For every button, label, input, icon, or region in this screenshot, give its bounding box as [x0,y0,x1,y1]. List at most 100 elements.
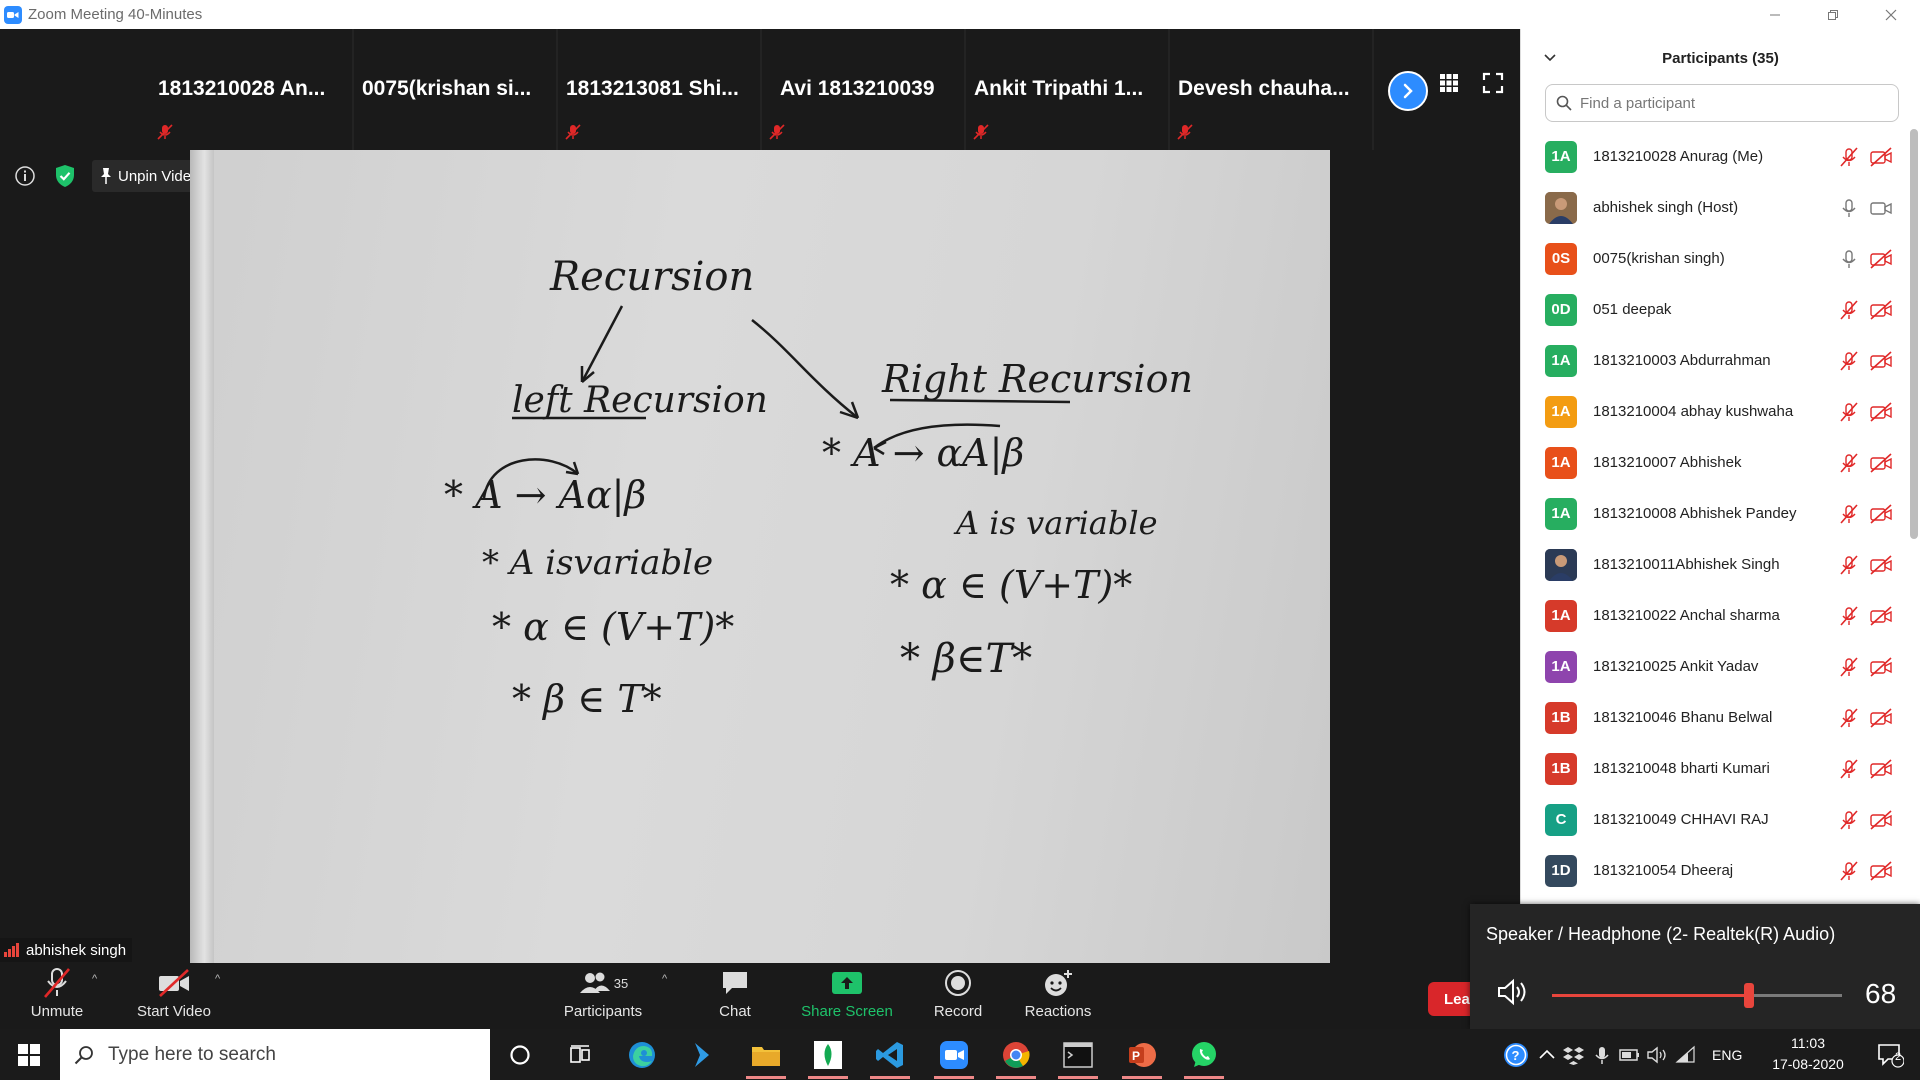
participants-panel-title: Participants (35) [1662,49,1779,67]
video-tile[interactable]: 0075(krishan si... [354,29,558,150]
video-tile[interactable]: Avi 1813210039 [762,29,966,150]
whiteboard-title: Recursion [549,254,754,300]
audio-options-caret-icon[interactable]: ^ [92,973,97,985]
participant-row[interactable]: 1A 1813210003 Abdurrahman [1521,335,1920,386]
start-video-button[interactable]: Start Video [130,963,218,1029]
file-explorer-icon[interactable] [736,1029,796,1080]
participant-row[interactable]: 0D 051 deepak [1521,284,1920,335]
avatar: 1A [1545,497,1577,530]
tile-name: Devesh chauha... [1178,77,1350,100]
minimize-button[interactable] [1746,0,1804,29]
whiteboard-right-heading: Right Recursion [881,357,1193,401]
muted-mic-icon [1839,809,1859,830]
mongodb-compass-icon[interactable] [798,1029,858,1080]
video-off-icon [1869,605,1893,626]
participants-options-caret-icon[interactable]: ^ [662,973,667,985]
chat-button[interactable]: Chat [705,963,765,1029]
video-off-icon [1869,707,1893,728]
reactions-button[interactable]: Reactions [1018,963,1098,1029]
battery-icon[interactable] [1618,1045,1642,1065]
volume-slider-fill [1552,994,1750,997]
avatar: 1D [1545,854,1577,887]
video-off-icon [1869,554,1893,575]
unmute-button[interactable]: Unmute [20,963,94,1029]
volume-slider[interactable] [1552,983,1842,1008]
whiteboard-right-line: * β∈T* [900,636,1032,682]
restore-button[interactable] [1804,0,1862,29]
cortana-icon[interactable] [490,1029,550,1080]
participant-row[interactable]: 1813210011Abhishek Singh [1521,539,1920,590]
video-tile[interactable]: 1813210028 An... [150,29,354,150]
participant-name: 1813210046 Bhanu Belwal [1593,709,1773,726]
avatar [1545,191,1577,224]
zoom-app-icon[interactable] [924,1029,984,1080]
participants-panel-header: Participants (35) [1521,29,1920,87]
participant-row[interactable]: 1A 1813210004 abhay kushwaha [1521,386,1920,437]
participant-row[interactable]: 0S 0075(krishan singh) [1521,233,1920,284]
wifi-icon[interactable] [1674,1045,1698,1065]
info-icon[interactable] [14,165,36,187]
tile-name: 0075(krishan si... [362,77,532,100]
participant-row[interactable]: 1A 1813210008 Abhishek Pandey [1521,488,1920,539]
participant-row[interactable]: 1A 1813210007 Abhishek [1521,437,1920,488]
microphone-icon[interactable] [1592,1045,1612,1065]
video-off-icon [159,969,189,997]
participant-row[interactable]: 1D 1813210054 Dheeraj [1521,845,1920,896]
chrome-icon[interactable] [986,1029,1046,1080]
avatar: 0S [1545,242,1577,275]
video-options-caret-icon[interactable]: ^ [215,973,220,985]
next-page-button[interactable] [1388,71,1428,111]
video-tile[interactable]: 1813213081 Shi... [558,29,762,150]
participant-name: 1813210007 Abhishek [1593,454,1742,471]
powerpoint-icon[interactable]: P [1112,1029,1172,1080]
start-button[interactable] [0,1029,58,1080]
muted-mic-icon [1839,860,1859,881]
meeting-toolbar: Unmute ^ Start Video ^ 35 Participants ^… [0,963,1520,1029]
participant-row[interactable]: 1B 1813210046 Bhanu Belwal [1521,692,1920,743]
clock-time: 11:03 [1791,1035,1825,1051]
volume-icon[interactable] [1646,1045,1670,1065]
pinned-video[interactable]: Recursion left Recursion Right Recursion… [190,150,1330,964]
taskbar-clock[interactable]: 11:03 17-08-2020 [1755,1033,1861,1075]
participant-row[interactable]: C 1813210049 CHHAVI RAJ [1521,794,1920,845]
participants-button[interactable]: 35 Participants [560,963,646,1029]
security-shield-icon[interactable] [54,164,76,188]
whiteboard-left-line: * A isvariable [482,543,713,583]
participant-row[interactable]: abhishek singh (Host) [1521,182,1920,233]
action-center-button[interactable]: 2 [1864,1029,1916,1080]
reactions-label: Reactions [1024,1003,1092,1020]
dropbox-icon[interactable] [1562,1045,1586,1065]
input-language[interactable]: ENG [1712,1047,1742,1063]
terminal-icon[interactable] [1048,1029,1108,1080]
visual-studio-icon[interactable] [672,1029,732,1080]
task-view-icon[interactable] [550,1029,610,1080]
help-icon[interactable]: ? [1502,1041,1530,1069]
participant-row[interactable]: 1A 1813210022 Anchal sharma [1521,590,1920,641]
muted-mic-icon [1839,146,1859,167]
whatsapp-icon[interactable] [1174,1029,1234,1080]
participant-row[interactable]: 1A 1813210028 Anurag (Me) [1521,131,1920,182]
collapse-chevron-icon[interactable] [1543,51,1557,65]
participant-search-input[interactable] [1580,94,1880,112]
participant-name: 1813210008 Abhishek Pandey [1593,505,1797,522]
video-tile[interactable]: Ankit Tripathi 1... [966,29,1170,150]
volume-slider-thumb[interactable] [1744,983,1755,1008]
start-video-label: Start Video [137,1003,211,1020]
taskbar-search-box[interactable] [60,1029,490,1080]
speaker-volume-icon[interactable] [1496,978,1530,1006]
participants-scrollbar[interactable] [1910,129,1918,539]
close-button[interactable] [1862,0,1920,29]
gallery-view-icon[interactable] [1438,72,1460,94]
share-screen-button[interactable]: Share Screen [795,963,899,1029]
taskbar-search-input[interactable] [108,1043,448,1066]
participant-search-box[interactable] [1545,84,1899,122]
edge-browser-icon[interactable] [612,1029,672,1080]
whiteboard-left-line: * A → Aα|β [444,473,646,517]
show-hidden-icons-chevron-icon[interactable] [1536,1045,1558,1065]
participant-row[interactable]: 1A 1813210025 Ankit Yadav [1521,641,1920,692]
participant-row[interactable]: 1B 1813210048 bharti Kumari [1521,743,1920,794]
vscode-icon[interactable] [860,1029,920,1080]
record-button[interactable]: Record [924,963,992,1029]
fullscreen-icon[interactable] [1482,72,1504,94]
video-tile[interactable]: Devesh chauha... [1170,29,1374,150]
